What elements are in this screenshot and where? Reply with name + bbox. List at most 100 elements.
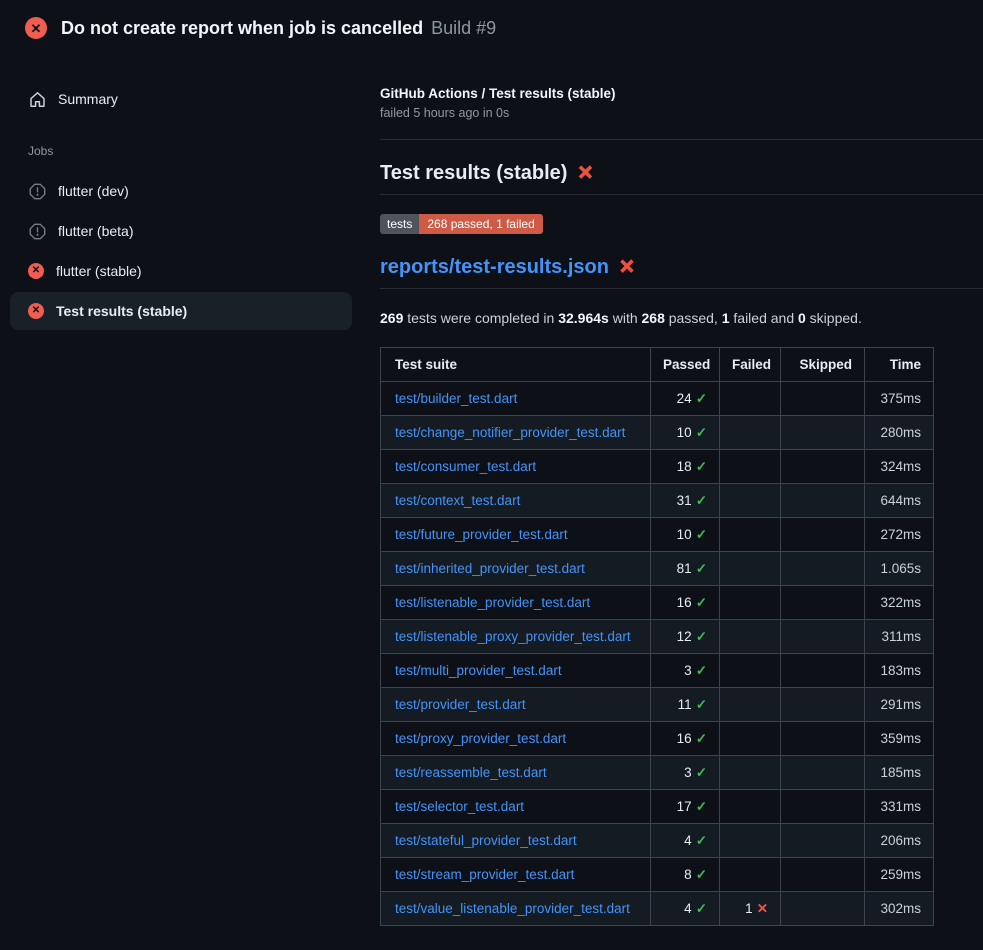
time-cell: 183ms xyxy=(865,654,934,688)
time-cell: 375ms xyxy=(865,382,934,416)
failed-cell xyxy=(720,620,781,654)
check-breadcrumb: GitHub Actions / Test results (stable) xyxy=(380,86,983,101)
run-header: ✕ Do not create report when job is cance… xyxy=(0,0,983,56)
failed-cell xyxy=(720,552,781,586)
check-icon: ✓ xyxy=(696,833,707,848)
total-count: 269 xyxy=(380,310,403,326)
skipped-cell xyxy=(781,552,865,586)
suite-link[interactable]: test/context_test.dart xyxy=(395,493,520,508)
sidebar-item-label: flutter (dev) xyxy=(58,183,129,199)
suite-link[interactable]: test/inherited_provider_test.dart xyxy=(395,561,585,576)
sidebar-item-flutter-beta[interactable]: flutter (beta) xyxy=(10,212,352,250)
col-header-failed: Failed xyxy=(720,348,781,382)
failed-icon: ✕ xyxy=(28,263,44,279)
failed-cell xyxy=(720,450,781,484)
failed-icon: ✕ xyxy=(28,303,44,319)
sidebar-item-test-results-stable[interactable]: ✕ Test results (stable) xyxy=(10,292,352,330)
failed-cell xyxy=(720,824,781,858)
sidebar-item-label: flutter (stable) xyxy=(56,263,142,279)
suite-link[interactable]: test/value_listenable_provider_test.dart xyxy=(395,901,630,916)
sidebar-item-summary[interactable]: Summary xyxy=(10,80,352,118)
suite-link[interactable]: test/provider_test.dart xyxy=(395,697,526,712)
skipped-count: 0 xyxy=(798,310,806,326)
skipped-cell xyxy=(781,756,865,790)
passed-cell: 8✓ xyxy=(651,858,720,892)
time-cell: 206ms xyxy=(865,824,934,858)
passed-count: 268 xyxy=(642,310,665,326)
failed-cell xyxy=(720,382,781,416)
col-header-test-suite: Test suite xyxy=(381,348,651,382)
summary-sentence: 269 tests were completed in 32.964s with… xyxy=(380,310,983,326)
run-title: Do not create report when job is cancell… xyxy=(61,18,423,39)
results-table: Test suite Passed Failed Skipped Time te… xyxy=(380,347,934,926)
skipped-cell xyxy=(781,790,865,824)
report-file-link[interactable]: reports/test-results.json xyxy=(380,256,609,279)
suite-link[interactable]: test/listenable_proxy_provider_test.dart xyxy=(395,629,631,644)
check-icon: ✓ xyxy=(696,561,707,576)
passed-cell: 10✓ xyxy=(651,518,720,552)
tests-status-badge: tests 268 passed, 1 failed xyxy=(380,214,543,234)
passed-cell: 12✓ xyxy=(651,620,720,654)
x-icon: ✕ xyxy=(757,901,768,916)
skipped-cell xyxy=(781,586,865,620)
table-row: test/reassemble_test.dart 3✓ 185ms xyxy=(381,756,934,790)
skipped-cell xyxy=(781,892,865,926)
section-title-text: Test results (stable) xyxy=(380,162,567,185)
passed-cell: 11✓ xyxy=(651,688,720,722)
time-cell: 259ms xyxy=(865,858,934,892)
check-icon: ✓ xyxy=(696,425,707,440)
sidebar-item-label: Test results (stable) xyxy=(56,303,187,319)
passed-cell: 81✓ xyxy=(651,552,720,586)
suite-link[interactable]: test/change_notifier_provider_test.dart xyxy=(395,425,625,440)
suite-link[interactable]: test/multi_provider_test.dart xyxy=(395,663,562,678)
check-icon: ✓ xyxy=(696,765,707,780)
time-cell: 272ms xyxy=(865,518,934,552)
check-icon: ✓ xyxy=(696,527,707,542)
col-header-passed: Passed xyxy=(651,348,720,382)
suite-link[interactable]: test/selector_test.dart xyxy=(395,799,524,814)
suite-link[interactable]: test/reassemble_test.dart xyxy=(395,765,547,780)
skipped-cell xyxy=(781,722,865,756)
table-row: test/inherited_provider_test.dart 81✓ 1.… xyxy=(381,552,934,586)
check-icon: ✓ xyxy=(696,867,707,882)
table-row: test/change_notifier_provider_test.dart … xyxy=(381,416,934,450)
failed-cell xyxy=(720,416,781,450)
suite-link[interactable]: test/consumer_test.dart xyxy=(395,459,536,474)
time-cell: 1.065s xyxy=(865,552,934,586)
home-icon xyxy=(28,90,46,108)
suite-link[interactable]: test/builder_test.dart xyxy=(395,391,517,406)
passed-cell: 3✓ xyxy=(651,756,720,790)
failed-x-icon: ✕ xyxy=(577,162,593,185)
cancelled-icon xyxy=(28,182,46,200)
failed-x-icon: ✕ xyxy=(619,256,635,279)
suite-link[interactable]: test/stateful_provider_test.dart xyxy=(395,833,577,848)
table-row: test/provider_test.dart 11✓ 291ms xyxy=(381,688,934,722)
suite-link[interactable]: test/stream_provider_test.dart xyxy=(395,867,574,882)
sidebar-item-label: Summary xyxy=(58,91,118,107)
suite-link[interactable]: test/proxy_provider_test.dart xyxy=(395,731,566,746)
time-cell: 302ms xyxy=(865,892,934,926)
results-table-body: test/builder_test.dart 24✓ 375ms test/ch… xyxy=(381,382,934,926)
check-icon: ✓ xyxy=(696,629,707,644)
passed-cell: 10✓ xyxy=(651,416,720,450)
failed-cell xyxy=(720,586,781,620)
failed-cell xyxy=(720,518,781,552)
passed-cell: 31✓ xyxy=(651,484,720,518)
table-row: test/future_provider_test.dart 10✓ 272ms xyxy=(381,518,934,552)
sidebar: Summary Jobs flutter (dev) flut xyxy=(0,56,380,332)
passed-cell: 16✓ xyxy=(651,586,720,620)
check-icon: ✓ xyxy=(696,493,707,508)
badge-value: 268 passed, 1 failed xyxy=(419,214,542,234)
time-cell: 324ms xyxy=(865,450,934,484)
skipped-cell xyxy=(781,858,865,892)
sidebar-item-flutter-stable[interactable]: ✕ flutter (stable) xyxy=(10,252,352,290)
skipped-cell xyxy=(781,518,865,552)
time-cell: 291ms xyxy=(865,688,934,722)
suite-link[interactable]: test/future_provider_test.dart xyxy=(395,527,568,542)
check-icon: ✓ xyxy=(696,901,707,916)
sidebar-item-flutter-dev[interactable]: flutter (dev) xyxy=(10,172,352,210)
skipped-cell xyxy=(781,450,865,484)
suite-link[interactable]: test/listenable_provider_test.dart xyxy=(395,595,590,610)
time-cell: 311ms xyxy=(865,620,934,654)
time-cell: 280ms xyxy=(865,416,934,450)
